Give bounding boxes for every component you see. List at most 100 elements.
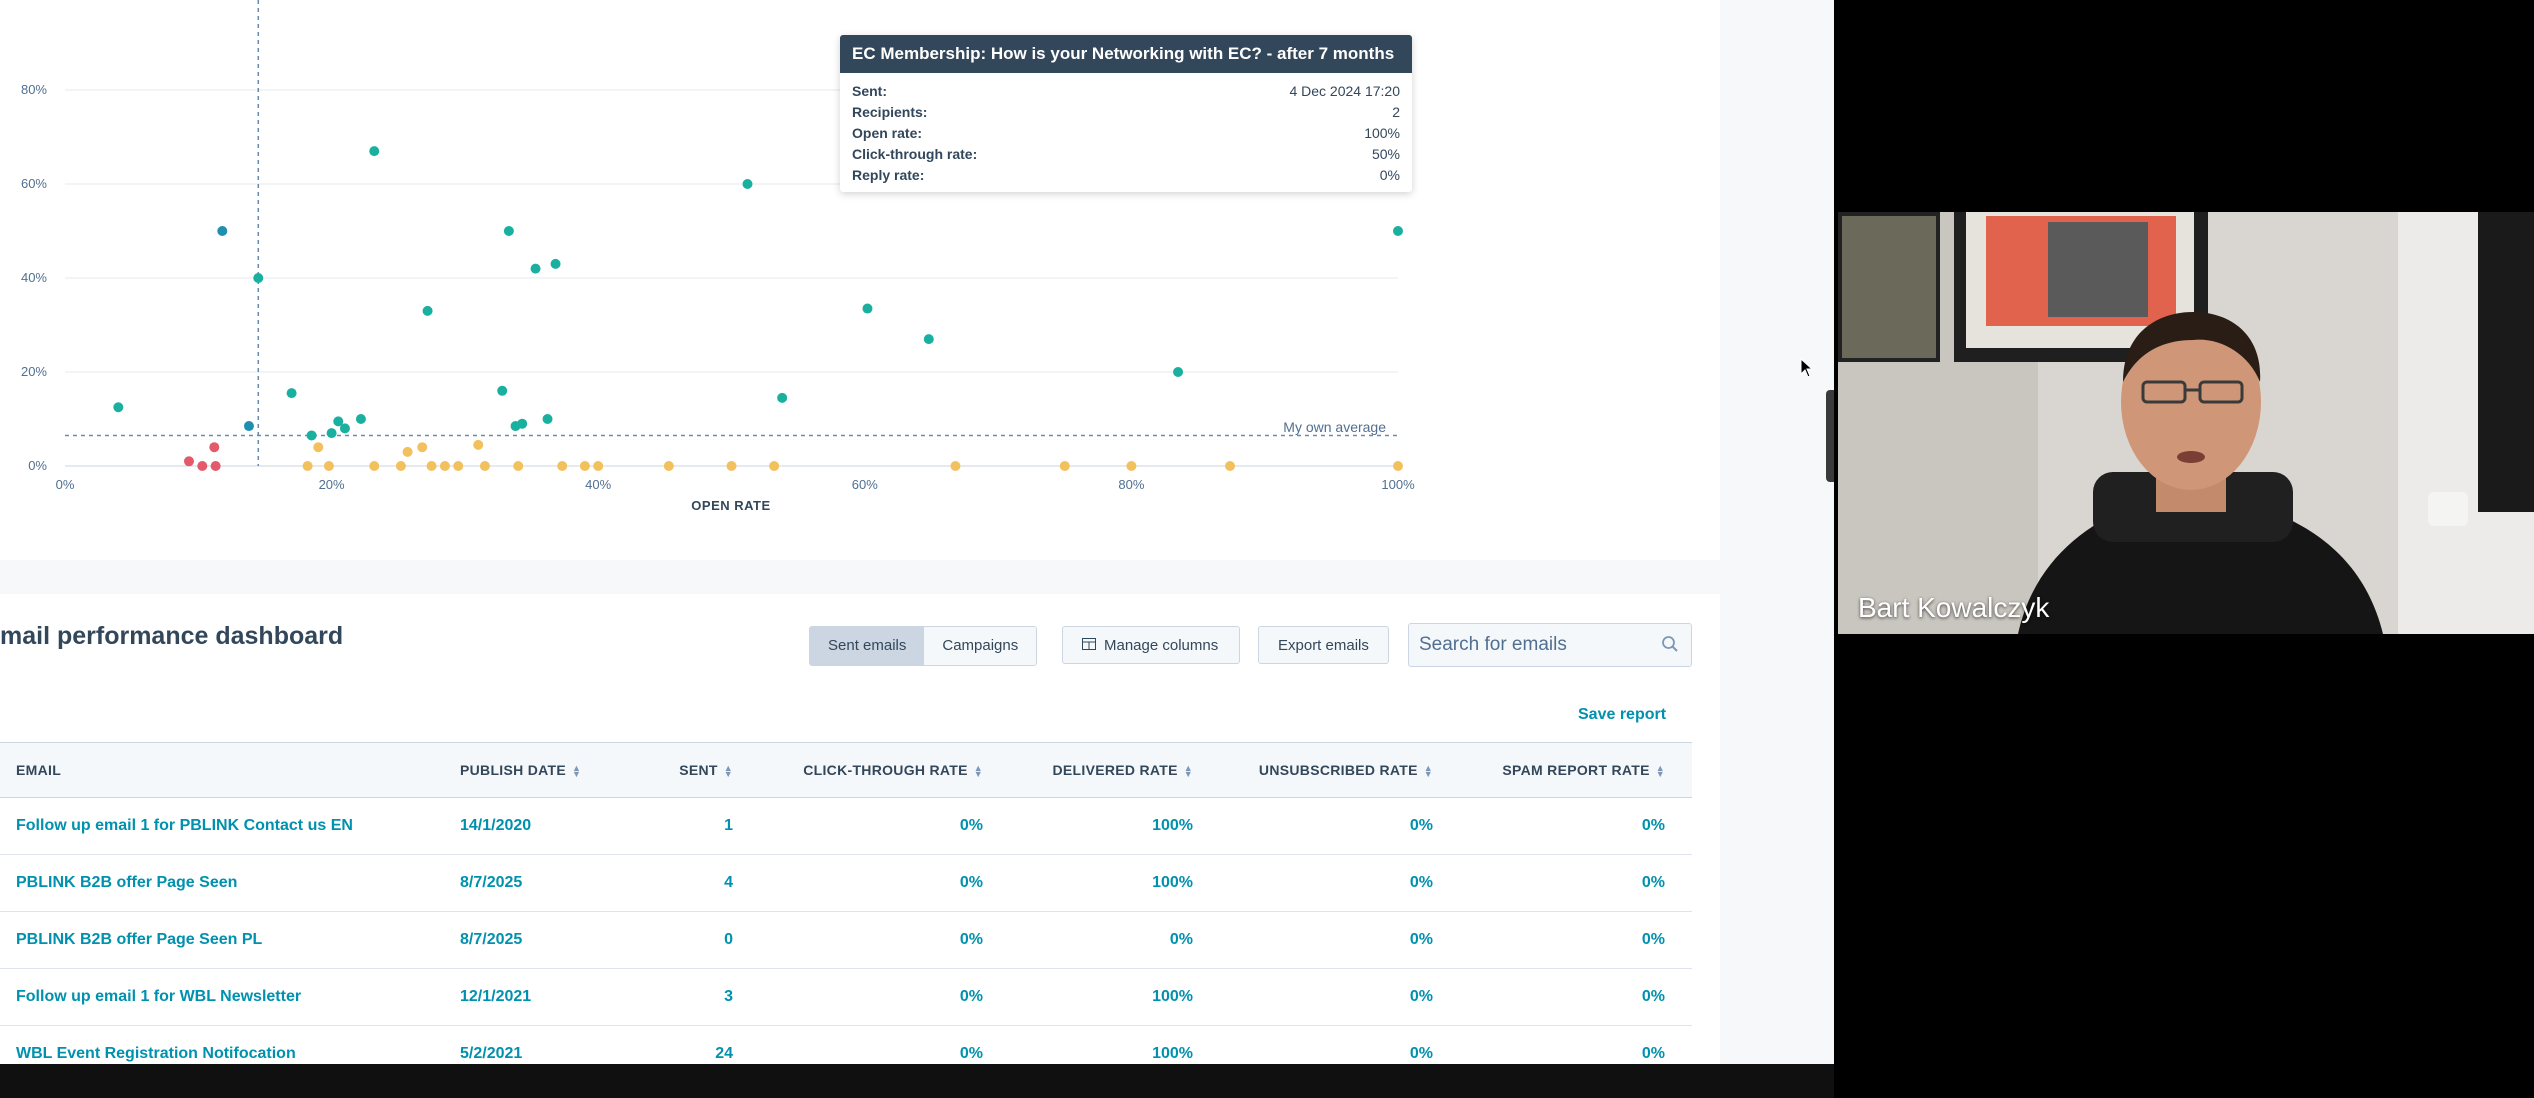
data-point-yellow[interactable]	[395, 461, 406, 471]
data-point-teal[interactable]	[862, 303, 873, 314]
manage-columns-button[interactable]: Manage columns	[1062, 626, 1240, 664]
data-point-yellow[interactable]	[439, 461, 450, 471]
y-tick-label: 0%	[28, 458, 47, 473]
spam-report-rate-column-header[interactable]: SPAM REPORT RATE ▲ ▼	[1460, 742, 1692, 798]
sent-cell: 0	[650, 911, 760, 969]
search-box	[1408, 623, 1692, 667]
data-point-teal[interactable]	[517, 418, 528, 429]
publish-date-cell: 12/1/2021	[460, 968, 650, 1026]
export-emails-button[interactable]: Export emails	[1258, 626, 1389, 664]
scatter-chart-card: 0% 20% 40% 60% 80% 0% 20% 40% 60% 80% 100% OPEN R…	[0, 0, 1720, 560]
click-through-rate-column-header[interactable]: CLICK-THROUGH RATE ▲ ▼	[760, 742, 1010, 798]
x-tick-label: 100%	[1381, 477, 1415, 492]
data-point-yellow[interactable]	[769, 461, 780, 471]
data-point-teal[interactable]	[339, 423, 350, 434]
data-point-yellow[interactable]	[302, 461, 313, 471]
data-point-yellow[interactable]	[1059, 461, 1070, 471]
data-point-yellow[interactable]	[369, 461, 380, 471]
sent-column-header[interactable]: SENT ▲ ▼	[650, 742, 760, 798]
data-point-teal[interactable]	[369, 146, 380, 157]
data-point-teal[interactable]	[1173, 367, 1184, 377]
email-name-link[interactable]: WBL Event Registration Notifocation	[0, 1025, 460, 1064]
data-point-teal[interactable]	[742, 179, 753, 189]
tooltip-row-value: 100%	[1364, 125, 1400, 141]
tooltip-row-value: 4 Dec 2024 17:20	[1289, 83, 1400, 99]
participant-name: Bart Kowalczyk	[1858, 592, 2050, 623]
view-toggle: Sent emails Campaigns	[809, 626, 1038, 666]
unsubscribed-rate-column-header[interactable]: UNSUBSCRIBED RATE ▲ ▼	[1220, 742, 1460, 798]
data-point-blue[interactable]	[243, 421, 254, 432]
data-point-yellow[interactable]	[1393, 461, 1403, 471]
table-row[interactable]: PBLINK B2B offer Page Seen 8/7/2025 4 0% 100…	[0, 854, 1692, 912]
email-name-link[interactable]: PBLINK B2B offer Page Seen	[0, 854, 460, 912]
manage-columns-label: Manage columns	[1104, 637, 1219, 654]
unsubscribed-rate-cell: 0%	[1220, 968, 1460, 1026]
save-report-link[interactable]: Save report	[1578, 706, 1666, 724]
search-icon[interactable]	[1661, 635, 1679, 658]
data-point-teal[interactable]	[306, 430, 317, 441]
side-panel-tab[interactable]	[1826, 390, 1834, 482]
data-point-yellow[interactable]	[479, 461, 490, 471]
data-point-yellow[interactable]	[726, 461, 737, 471]
tooltip-row-value: 2	[1392, 104, 1400, 120]
data-point-teal[interactable]	[503, 226, 514, 236]
data-point-yellow[interactable]	[453, 461, 464, 471]
data-point-yellow[interactable]	[593, 461, 604, 471]
data-point-teal[interactable]	[777, 392, 788, 403]
data-point-teal[interactable]	[253, 273, 264, 283]
table-row[interactable]: WBL Event Registration Notifocation 5/2/2…	[0, 1025, 1692, 1064]
y-tick-label: 60%	[21, 176, 47, 191]
search-input[interactable]	[1409, 624, 1669, 666]
email-name-link[interactable]: Follow up email 1 for PBLINK Contact us …	[0, 797, 460, 855]
data-point-yellow[interactable]	[557, 461, 568, 471]
data-point-teal[interactable]	[1393, 226, 1403, 236]
data-point-yellow[interactable]	[473, 439, 484, 450]
data-point-teal[interactable]	[326, 428, 337, 439]
delivered-rate-column-header[interactable]: DELIVERED RATE ▲ ▼	[1010, 742, 1220, 798]
campaigns-tab[interactable]: Campaigns	[924, 627, 1037, 665]
x-tick-label: 20%	[319, 477, 345, 492]
sort-icon: ▲ ▼	[1655, 763, 1665, 780]
unsubscribed-rate-cell: 0%	[1220, 854, 1460, 912]
publish-date-column-header[interactable]: PUBLISH DATE ▲ ▼	[460, 742, 650, 798]
sent-emails-tab[interactable]: Sent emails	[810, 627, 925, 665]
data-point-teal[interactable]	[542, 414, 553, 424]
table-row[interactable]: PBLINK B2B offer Page Seen PL 8/7/2025 0 0%…	[0, 911, 1692, 969]
data-point-teal[interactable]	[113, 402, 124, 413]
data-point-yellow[interactable]	[579, 461, 590, 471]
data-point-blue[interactable]	[217, 226, 228, 236]
spam-report-rate-cell: 0%	[1460, 854, 1692, 912]
data-point-yellow[interactable]	[417, 442, 428, 453]
data-point-yellow[interactable]	[1126, 461, 1137, 471]
email-name-link[interactable]: PBLINK B2B offer Page Seen PL	[0, 911, 460, 969]
data-point-yellow[interactable]	[323, 461, 334, 471]
data-point-red[interactable]	[210, 461, 221, 471]
data-point-yellow[interactable]	[513, 461, 524, 471]
table-row[interactable]: Follow up email 1 for PBLINK Contact us …	[0, 797, 1692, 855]
click-through-rate-cell: 0%	[760, 968, 1010, 1026]
data-point-teal[interactable]	[530, 263, 541, 274]
email-column-header[interactable]: EMAIL	[0, 742, 460, 798]
sort-icon: ▲ ▼	[723, 763, 733, 780]
data-point-yellow[interactable]	[1225, 461, 1236, 471]
data-point-teal[interactable]	[923, 334, 934, 345]
data-point-red[interactable]	[209, 442, 220, 453]
email-name-link[interactable]: Follow up email 1 for WBL Newsletter	[0, 968, 460, 1026]
data-point-yellow[interactable]	[402, 446, 413, 457]
data-point-yellow[interactable]	[313, 442, 324, 453]
data-point-yellow[interactable]	[950, 461, 961, 471]
data-point-teal[interactable]	[286, 388, 297, 399]
data-point-teal[interactable]	[497, 385, 508, 396]
x-tick-label: 60%	[852, 477, 878, 492]
email-table: EMAIL PUBLISH DATE ▲ ▼ SENT ▲ ▼ CLICK-THROUG…	[0, 742, 1692, 1064]
data-point-red[interactable]	[197, 461, 208, 471]
data-point-yellow[interactable]	[426, 461, 437, 471]
data-point-teal[interactable]	[422, 305, 433, 316]
data-point-teal[interactable]	[355, 414, 366, 424]
table-row[interactable]: Follow up email 1 for WBL Newsletter 12/1…	[0, 968, 1692, 1026]
data-point-red[interactable]	[183, 456, 194, 467]
click-through-rate-cell: 0%	[760, 854, 1010, 912]
data-point-yellow[interactable]	[663, 461, 674, 471]
data-point-teal[interactable]	[550, 258, 561, 269]
mouse-cursor-icon	[1800, 357, 1814, 383]
